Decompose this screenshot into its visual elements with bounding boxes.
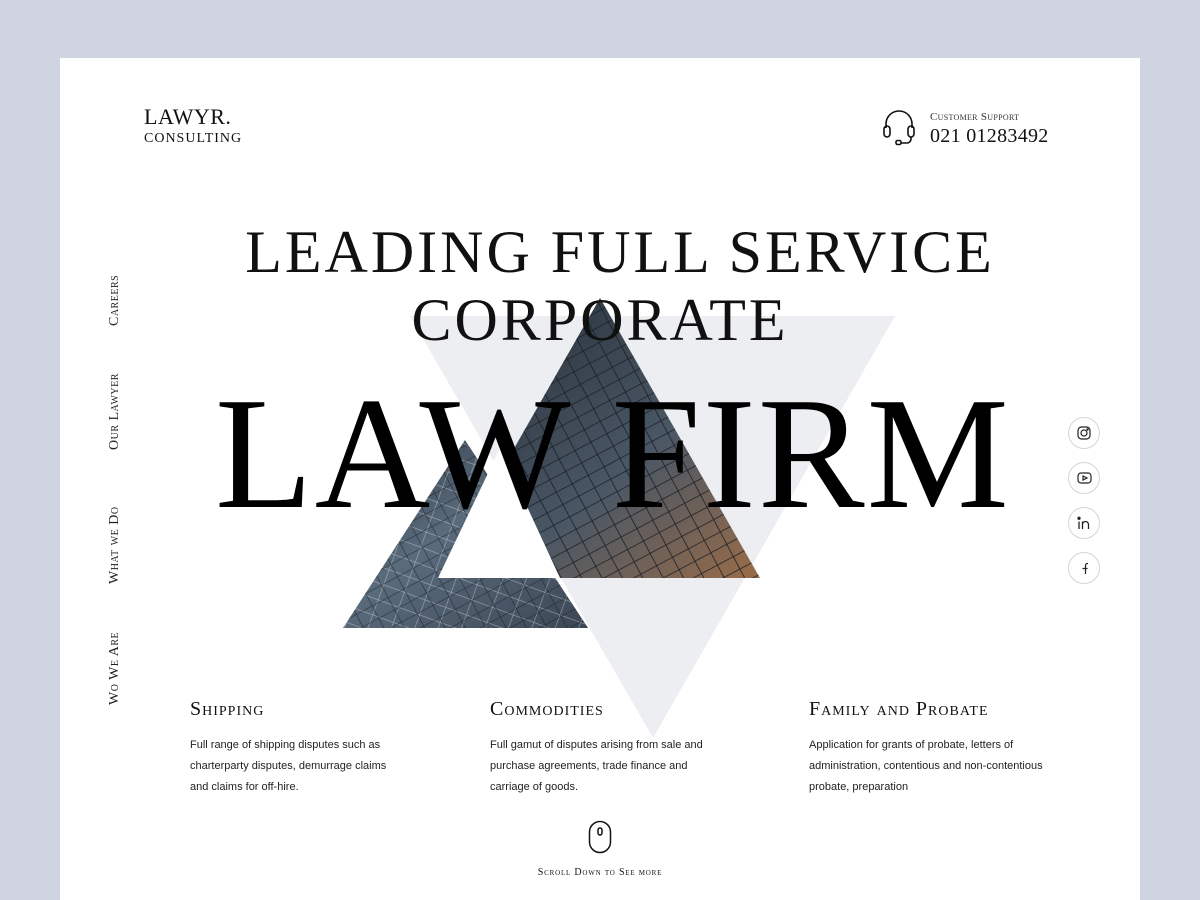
service-shipping: Shipping Full range of shipping disputes… [190,698,440,798]
youtube-icon[interactable] [1068,462,1100,494]
hero-headline-line2: CORPORATE [411,287,789,353]
scroll-down[interactable]: Scroll Down to See more [500,820,700,878]
service-title: Shipping [190,698,265,720]
scroll-label: Scroll Down to See more [537,867,663,878]
facebook-icon[interactable] [1068,552,1100,584]
service-title: Commodities [490,698,604,720]
service-title: Family and Probate [809,698,989,720]
linkedin-icon[interactable] [1068,507,1100,539]
service-family-probate: Family and Probate Application for grant… [809,698,1079,798]
service-description: Application for grants of probate, lette… [809,739,1043,793]
hero-big-title: LAW FIRM [215,364,1011,542]
social-links [1068,417,1100,597]
services-section: Shipping Full range of shipping disputes… [60,698,1140,798]
service-description: Full gamut of disputes arising from sale… [490,739,703,793]
service-description: Full range of shipping disputes such as … [190,739,387,793]
mouse-icon [588,820,612,858]
service-commodities: Commodities Full gamut of disputes arisi… [490,698,740,798]
landing-page: LAWYR. CONSULTING Customer Support 021 0… [60,58,1140,900]
hero-headline-line1: LEADING FULL SERVICE [245,219,995,285]
instagram-icon[interactable] [1068,417,1100,449]
